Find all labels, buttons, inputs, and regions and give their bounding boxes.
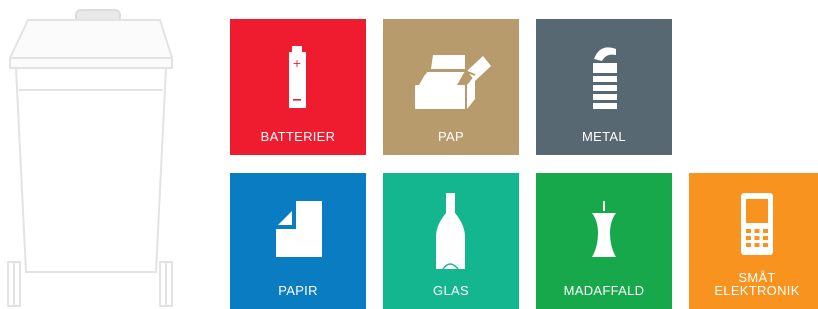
svg-text:+: + bbox=[292, 57, 301, 70]
tile-label: GLAS bbox=[433, 283, 469, 298]
tile-label: BATTERIER bbox=[260, 129, 336, 144]
tile-glas[interactable]: GLAS bbox=[383, 173, 519, 309]
tile-label: PAP bbox=[438, 129, 464, 144]
waste-bin-icon bbox=[7, 9, 173, 307]
tile-batterier[interactable]: + BATTERIER bbox=[230, 19, 366, 155]
tile-label: PAPIR bbox=[278, 283, 318, 298]
tile-label-line2: ELEKTRONIK bbox=[714, 283, 800, 298]
tile-metal[interactable]: METAL bbox=[536, 19, 672, 155]
tile-pap[interactable]: PAP bbox=[383, 19, 519, 155]
tile-label: SMÅT ELEKTRONIK bbox=[689, 271, 818, 297]
tile-madaffald[interactable]: MADAFFALD bbox=[536, 173, 672, 309]
tile-label: METAL bbox=[582, 129, 626, 144]
tile-smaat-elektronik[interactable]: SMÅT ELEKTRONIK bbox=[689, 173, 818, 309]
tile-papir[interactable]: PAPIR bbox=[230, 173, 366, 309]
tile-label: MADAFFALD bbox=[563, 283, 645, 298]
